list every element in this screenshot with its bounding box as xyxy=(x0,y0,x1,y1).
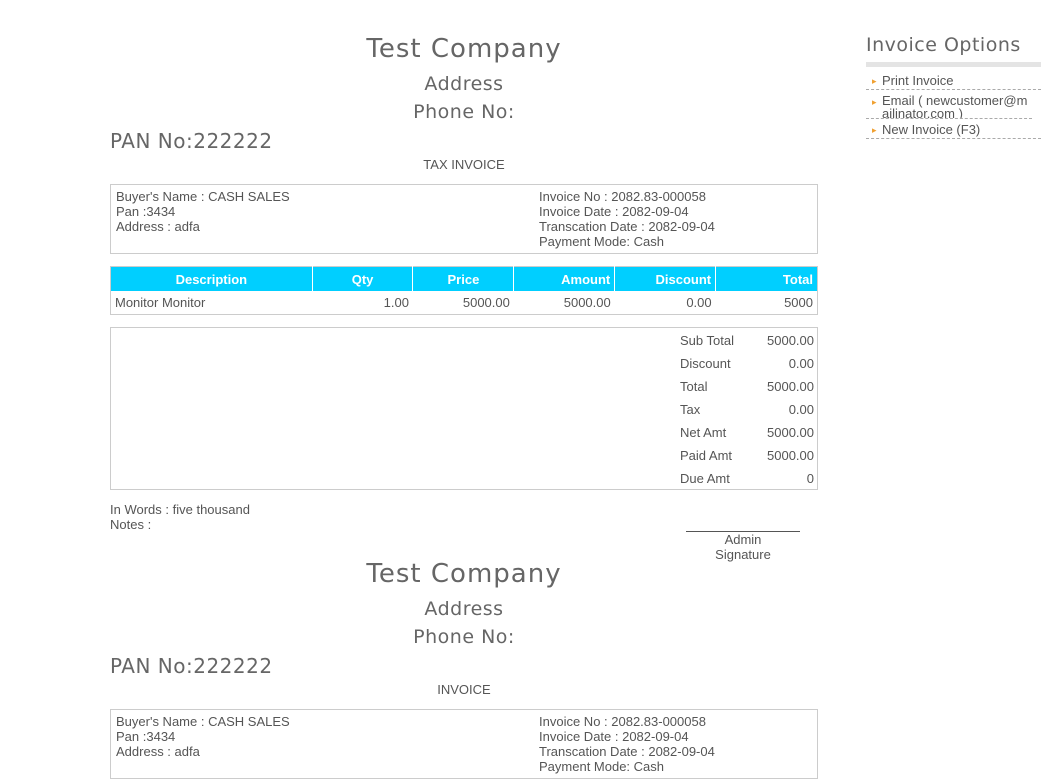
signature-name: Admin xyxy=(724,532,762,547)
buyer-address: Address : adfa xyxy=(116,219,200,234)
company-address: Address xyxy=(424,73,504,95)
due-amt-label: Due Amt xyxy=(680,471,730,486)
invoice-number: Invoice No : 2082.83-000058 xyxy=(539,714,706,729)
total-value: 5000.00 xyxy=(767,379,814,394)
amount-in-words: In Words : five thousand xyxy=(110,502,250,517)
discount-value: 0.00 xyxy=(788,356,814,371)
buyer-name: Buyer's Name : CASH SALES xyxy=(116,189,290,204)
caret-right-icon: ▸ xyxy=(872,125,877,135)
paid-amt-value: 5000.00 xyxy=(767,448,814,463)
company-pan: PAN No:222222 xyxy=(110,654,273,678)
col-header-total: Total xyxy=(715,266,818,291)
buyer-info-box: Buyer's Name : CASH SALES Pan :3434 Addr… xyxy=(110,184,818,254)
new-invoice-link[interactable]: ▸ New Invoice (F3) xyxy=(866,122,1041,139)
transaction-date: Transcation Date : 2082-09-04 xyxy=(539,219,715,234)
invoice-details: Invoice No : 2082.83-000058 Invoice Date… xyxy=(539,189,715,249)
col-header-amount: Amount xyxy=(513,266,616,291)
invoice-title: INVOICE xyxy=(437,682,491,697)
buyer-pan: Pan :3434 xyxy=(116,204,176,219)
email-invoice-label: Email ( newcustomer@mailinator.com ) xyxy=(882,93,1028,119)
table-row: Monitor Monitor 1.00 5000.00 5000.00 0.0… xyxy=(111,291,818,315)
caret-right-icon: ▸ xyxy=(872,76,877,86)
sidebar-title: Invoice Options xyxy=(866,34,1041,67)
buyer-info-box: Buyer's Name : CASH SALES Pan :3434 Addr… xyxy=(110,709,818,779)
cell-qty: 1.00 xyxy=(383,295,409,310)
cell-total: 5000 xyxy=(784,295,813,310)
new-invoice-label: New Invoice (F3) xyxy=(882,122,981,137)
cell-price: 5000.00 xyxy=(462,295,510,310)
cell-discount: 0.00 xyxy=(686,295,712,310)
print-invoice-label: Print Invoice xyxy=(882,73,954,88)
buyer-name: Buyer's Name : CASH SALES xyxy=(116,714,290,729)
subtotal-label: Sub Total xyxy=(680,333,734,348)
tax-value: 0.00 xyxy=(788,402,814,417)
invoice-details: Invoice No : 2082.83-000058 Invoice Date… xyxy=(539,714,715,774)
caret-right-icon: ▸ xyxy=(872,97,877,107)
company-pan: PAN No:222222 xyxy=(110,129,273,153)
col-header-discount: Discount xyxy=(614,266,717,291)
amount-in-words-block: In Words : five thousand Notes : xyxy=(110,502,250,532)
company-phone: Phone No: xyxy=(413,626,515,648)
company-name: Test Company xyxy=(366,34,562,64)
net-amt-label: Net Amt xyxy=(680,425,727,440)
col-header-qty: Qty xyxy=(312,266,414,291)
net-amt-value: 5000.00 xyxy=(767,425,814,440)
buyer-details: Buyer's Name : CASH SALES Pan :3434 Addr… xyxy=(116,714,290,759)
payment-mode: Payment Mode: Cash xyxy=(539,759,665,774)
totals-box: Sub Total 5000.00 Discount 0.00 Total 50… xyxy=(110,327,818,490)
tax-label: Tax xyxy=(680,402,701,417)
buyer-address: Address : adfa xyxy=(116,744,200,759)
invoice-number: Invoice No : 2082.83-000058 xyxy=(539,189,706,204)
items-table: Description Qty Price Amount Discount To… xyxy=(110,266,818,315)
total-label: Total xyxy=(680,379,708,394)
col-header-description: Description xyxy=(110,266,313,291)
company-phone: Phone No: xyxy=(413,101,515,123)
buyer-pan: Pan :3434 xyxy=(116,729,176,744)
due-amt-value: 0 xyxy=(806,471,814,486)
invoice-date: Invoice Date : 2082-09-04 xyxy=(539,204,689,219)
company-address: Address xyxy=(424,598,504,620)
invoice-date: Invoice Date : 2082-09-04 xyxy=(539,729,689,744)
notes: Notes : xyxy=(110,517,152,532)
col-header-price: Price xyxy=(412,266,515,291)
payment-mode: Payment Mode: Cash xyxy=(539,234,665,249)
cell-description: Monitor Monitor xyxy=(115,295,206,310)
table-header-row: Description Qty Price Amount Discount To… xyxy=(110,266,818,291)
signature-block: Admin Signature xyxy=(686,531,800,562)
cell-amount: 5000.00 xyxy=(563,295,611,310)
paid-amt-label: Paid Amt xyxy=(680,448,733,463)
subtotal-value: 5000.00 xyxy=(767,333,814,348)
discount-label: Discount xyxy=(680,356,731,371)
print-invoice-link[interactable]: ▸ Print Invoice xyxy=(866,73,1041,90)
buyer-details: Buyer's Name : CASH SALES Pan :3434 Addr… xyxy=(116,189,290,234)
email-invoice-link[interactable]: ▸ Email ( newcustomer@mailinator.com ) xyxy=(866,90,1032,119)
invoice-title: TAX INVOICE xyxy=(423,157,505,172)
invoice-options-sidebar: Invoice Options ▸ Print Invoice ▸ Email … xyxy=(866,34,1041,139)
transaction-date: Transcation Date : 2082-09-04 xyxy=(539,744,715,759)
company-name: Test Company xyxy=(366,559,562,589)
